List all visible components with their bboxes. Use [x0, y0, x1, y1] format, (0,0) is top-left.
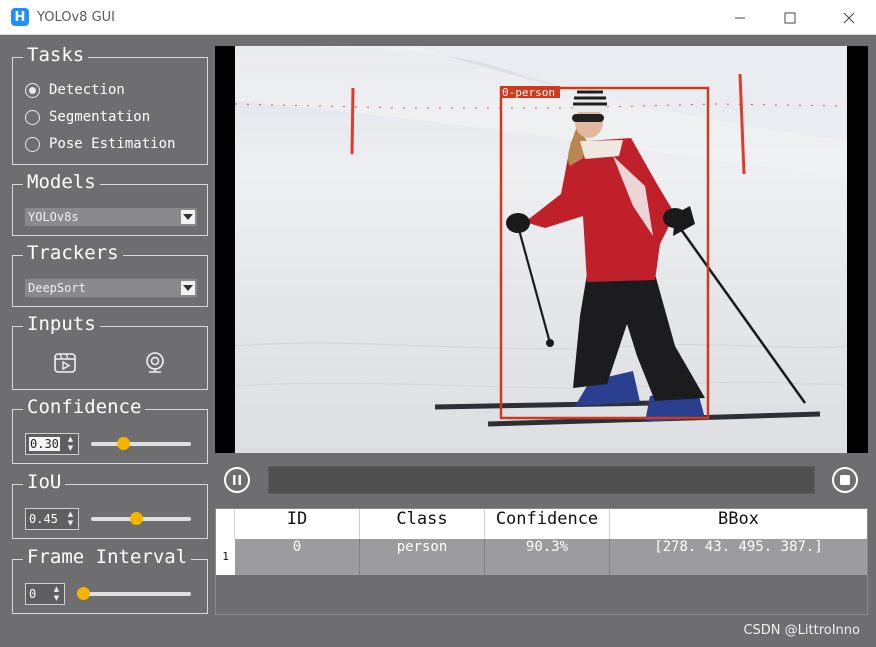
frame-interval-value: 0: [29, 587, 37, 601]
video-frame-image: 0-person: [235, 46, 847, 453]
inputs-group: Inputs: [12, 313, 208, 390]
cell-bbox: [278. 43. 495. 387.]: [654, 539, 823, 555]
table-header: ID Class Confidence BBox: [216, 509, 867, 539]
iou-group: IoU 0.45 ▲ ▼: [12, 471, 208, 539]
column-header-class[interactable]: Class: [360, 509, 485, 539]
iou-value: 0.45: [29, 512, 58, 526]
task-pose-label: Pose Estimation: [49, 136, 176, 152]
radio-unchecked-icon: [25, 109, 40, 125]
webcam-button[interactable]: [144, 351, 166, 375]
tasks-group: Tasks Detection Segmentation Pose Estima…: [12, 44, 208, 165]
frame-interval-group: Frame Interval 0 ▲ ▼: [12, 546, 208, 614]
column-header-confidence[interactable]: Confidence: [485, 509, 610, 539]
results-table: ID Class Confidence BBox 1 0 person 90.3…: [215, 508, 868, 615]
confidence-group: Confidence 0.30 ▲ ▼: [12, 396, 208, 464]
title-bar: H YOLOv8 GUI: [0, 0, 876, 35]
iou-spinbox[interactable]: 0.45 ▲ ▼: [25, 508, 79, 530]
confidence-value: 0.30: [29, 437, 60, 451]
cell-confidence: 90.3%: [485, 539, 610, 575]
task-segmentation-radio[interactable]: Segmentation: [25, 109, 150, 125]
trackers-group: Trackers DeepSort: [12, 242, 208, 307]
close-button[interactable]: [829, 0, 869, 35]
tracker-select-value: DeepSort: [28, 281, 86, 295]
model-select[interactable]: YOLOv8s: [25, 208, 197, 226]
stop-button[interactable]: [832, 467, 858, 493]
column-header-id[interactable]: ID: [235, 509, 360, 539]
tracker-select[interactable]: DeepSort: [25, 279, 197, 297]
cell-id: 0: [235, 539, 360, 575]
webcam-icon: [146, 352, 164, 373]
tasks-title: Tasks: [23, 44, 89, 66]
video-display: 0-person: [215, 46, 868, 453]
watermark: CSDN @LittroInno: [743, 623, 860, 638]
task-segmentation-label: Segmentation: [49, 109, 151, 125]
models-group: Models YOLOv8s: [12, 171, 208, 236]
frame-interval-slider[interactable]: [77, 587, 191, 600]
frame-interval-slider-handle[interactable]: [77, 587, 90, 600]
dropdown-arrow-icon: [181, 210, 195, 224]
inputs-title: Inputs: [23, 313, 100, 335]
iou-slider-handle[interactable]: [130, 512, 144, 525]
confidence-title: Confidence: [23, 396, 146, 418]
skier-scene: 0-person: [235, 46, 847, 427]
video-file-button[interactable]: [53, 352, 77, 374]
frame-interval-spinbox[interactable]: 0 ▲ ▼: [25, 583, 65, 605]
confidence-slider[interactable]: [91, 437, 191, 450]
iou-title: IoU: [23, 471, 66, 493]
confidence-spinbox[interactable]: 0.30 ▲ ▼: [25, 433, 79, 455]
video-file-icon: [54, 353, 76, 373]
model-select-value: YOLOv8s: [28, 210, 79, 224]
models-title: Models: [23, 171, 100, 193]
radio-checked-icon: [25, 82, 40, 98]
iou-slider[interactable]: [91, 512, 191, 525]
window-title: YOLOv8 GUI: [37, 9, 115, 25]
maximize-icon: [784, 12, 796, 23]
minimize-button[interactable]: [720, 0, 760, 35]
task-detection-label: Detection: [49, 82, 125, 98]
row-number: 1: [216, 539, 235, 575]
pause-button[interactable]: [224, 467, 250, 493]
cell-class: person: [360, 539, 485, 575]
progress-bar[interactable]: [268, 466, 815, 494]
close-icon: [843, 12, 855, 23]
spin-arrows-icon[interactable]: ▲ ▼: [66, 510, 75, 528]
detection-label: 0-person: [502, 86, 555, 99]
frame-interval-title: Frame Interval: [23, 546, 192, 568]
confidence-slider-handle[interactable]: [117, 437, 131, 450]
table-row[interactable]: 1 0 person 90.3% [278. 43. 495. 387.]: [216, 539, 867, 575]
app-logo-icon: H: [11, 8, 29, 26]
task-detection-radio[interactable]: Detection: [25, 82, 125, 98]
trackers-title: Trackers: [23, 242, 123, 264]
minimize-icon: [735, 17, 745, 18]
corner-cell: [216, 509, 235, 539]
main-area: Tasks Detection Segmentation Pose Estima…: [0, 36, 876, 647]
spin-arrows-icon[interactable]: ▲ ▼: [52, 585, 61, 603]
radio-unchecked-icon: [25, 136, 40, 152]
maximize-button[interactable]: [770, 0, 810, 35]
task-pose-radio[interactable]: Pose Estimation: [25, 136, 175, 152]
dropdown-arrow-icon: [181, 281, 195, 295]
playback-controls: [215, 461, 868, 499]
spin-arrows-icon[interactable]: ▲ ▼: [66, 435, 75, 453]
stop-icon: [840, 475, 850, 485]
pause-icon: [233, 475, 241, 485]
column-header-bbox[interactable]: BBox: [610, 509, 867, 539]
